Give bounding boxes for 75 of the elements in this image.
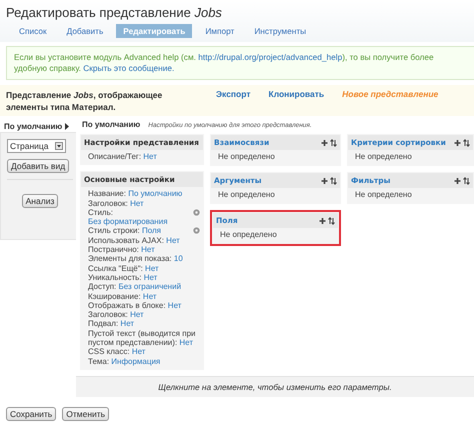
setting-link[interactable]: Нет xyxy=(179,338,194,348)
help-link[interactable]: http://drupal.org/project/advanced_help xyxy=(198,52,342,62)
setting-link[interactable]: Информация xyxy=(111,356,160,366)
setting-text[interactable]: Использовать AJAX: Нет xyxy=(88,236,200,246)
setting-text[interactable]: Доступ: Без ограничений xyxy=(88,282,200,292)
setting-text[interactable]: Элементы для показа: 10 xyxy=(88,254,200,264)
setting-link[interactable]: Поля xyxy=(142,226,161,236)
setting-link[interactable]: Нет xyxy=(142,292,157,301)
setting-text[interactable]: Стиль строки: Поля xyxy=(88,226,191,236)
setting-link[interactable]: Без ограничений xyxy=(118,282,182,292)
setting-text[interactable]: CSS класс: Нет xyxy=(88,347,200,357)
setting-link[interactable]: Нет xyxy=(130,198,144,208)
caret-icon[interactable] xyxy=(54,142,63,150)
form-button[interactable]: Сохранить xyxy=(6,406,56,421)
help-message: Если вы установите модуль Advanced help (см. http://drupal.org/project/advanced_help), то вы получите более удобную справку. Скрыть это сообщение. xyxy=(6,46,474,80)
display-title: По умолчанию xyxy=(82,120,140,129)
setting-text[interactable]: Ссылка "Ещё": Нет xyxy=(88,264,200,273)
setting-link[interactable]: Нет xyxy=(166,236,180,245)
hint-bar: Щелкните на элементе, чтобы изменить его параметры. xyxy=(76,376,474,397)
setting-text[interactable]: Отображать в блоке: Нет xyxy=(88,300,200,310)
setting-link[interactable]: Нет xyxy=(141,245,155,254)
form-button[interactable]: Отменить xyxy=(62,406,110,421)
setting-text[interactable]: Заголовок: Нет xyxy=(88,198,200,208)
tab[interactable]: Список xyxy=(12,24,54,38)
tab[interactable]: Добавить xyxy=(60,24,110,38)
setting-link[interactable]: Нет xyxy=(144,272,158,282)
arrow-icon xyxy=(65,122,70,130)
setting-text[interactable]: Описание/Тег: Нет xyxy=(88,152,200,162)
add-display-button[interactable]: Добавить вид xyxy=(7,159,70,173)
setting-link[interactable]: Без форматирования xyxy=(88,217,168,226)
setting-link[interactable]: Нет xyxy=(168,300,182,310)
tab[interactable]: Импорт xyxy=(198,24,242,38)
panel-text: Не определено xyxy=(355,190,413,200)
setting-text[interactable]: Подвал: Нет xyxy=(88,319,200,329)
setting-link[interactable]: 10 xyxy=(174,254,183,264)
setting-link[interactable]: По умолчанию xyxy=(128,189,182,198)
setting-link[interactable]: Нет xyxy=(143,152,157,161)
setting-link[interactable]: Нет xyxy=(130,310,144,320)
analyze-button[interactable]: Анализ xyxy=(22,194,58,208)
gear-icon[interactable] xyxy=(193,208,200,216)
plus-icon[interactable] xyxy=(454,138,461,146)
view-description: Представление Jobs, отображающее элементы типа Материал. xyxy=(6,89,164,113)
sort-icon[interactable] xyxy=(463,138,470,146)
display-select[interactable]: Страница xyxy=(7,139,66,153)
plus-icon[interactable] xyxy=(321,138,328,146)
action-link[interactable]: Экспорт xyxy=(216,89,250,99)
plus-icon[interactable] xyxy=(321,176,328,184)
page-title: Редактировать представление Jobs xyxy=(6,5,223,20)
setting-text[interactable]: Тема: Информация xyxy=(88,356,200,366)
hide-link[interactable]: Скрыть это сообщение. xyxy=(83,63,174,73)
setting-text[interactable]: Название: По умолчанию xyxy=(88,189,200,199)
plus-icon[interactable] xyxy=(319,216,326,224)
setting-link[interactable]: Нет xyxy=(132,347,146,356)
panel-text: Не определено xyxy=(220,230,278,240)
action-link[interactable]: Новое представление xyxy=(342,89,438,99)
setting-text[interactable]: Постранично: Нет xyxy=(88,245,200,254)
panel-text: Не определено xyxy=(355,152,413,162)
display-tab[interactable]: По умолчанию xyxy=(4,122,62,130)
panel-text: Не определено xyxy=(218,152,276,162)
sort-icon[interactable] xyxy=(330,138,337,146)
tab[interactable]: Инструменты xyxy=(247,24,314,38)
panel-text: Не определено xyxy=(218,190,276,200)
sort-icon[interactable] xyxy=(463,176,470,184)
gear-icon[interactable] xyxy=(193,227,200,234)
setting-link[interactable]: Нет xyxy=(120,319,134,328)
setting-text[interactable]: Пустой текст (выводится при пустом представлении): Нет xyxy=(88,328,200,348)
action-link[interactable]: Клонировать xyxy=(268,89,324,99)
setting-text[interactable]: Заголовок: Нет xyxy=(88,310,200,320)
sort-icon[interactable] xyxy=(330,176,337,184)
setting-text[interactable]: Стиль: Без форматирования xyxy=(88,208,191,226)
plus-icon[interactable] xyxy=(454,176,461,184)
setting-text[interactable]: Кэширование: Нет xyxy=(88,292,200,301)
sort-icon[interactable] xyxy=(328,216,335,224)
setting-text[interactable]: Уникальность: Нет xyxy=(88,272,200,282)
setting-link[interactable]: Нет xyxy=(145,264,159,273)
